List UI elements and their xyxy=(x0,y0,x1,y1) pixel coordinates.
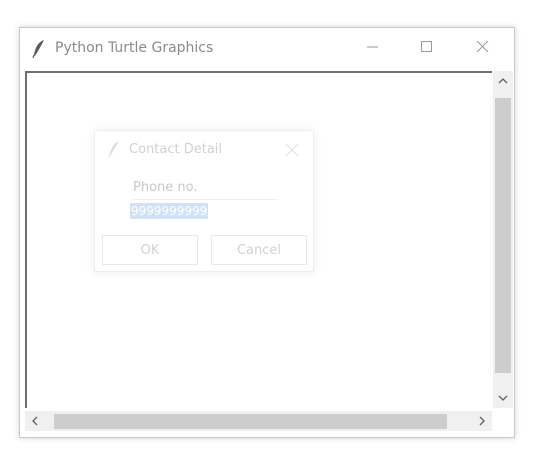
title-bar[interactable]: Python Turtle Graphics xyxy=(20,28,514,70)
horizontal-scrollbar[interactable] xyxy=(25,411,492,431)
dialog-title: Contact Detail xyxy=(129,142,223,157)
feather-icon xyxy=(108,140,120,158)
close-button[interactable] xyxy=(460,28,506,68)
ok-button[interactable]: OK xyxy=(102,235,198,265)
minimize-button[interactable] xyxy=(350,28,396,68)
phone-label: Phone no. xyxy=(133,180,198,195)
horizontal-scroll-thumb[interactable] xyxy=(54,414,447,429)
chevron-right-icon xyxy=(479,416,485,426)
vertical-scroll-thumb[interactable] xyxy=(495,98,511,373)
chevron-up-icon xyxy=(498,78,508,84)
minimize-icon xyxy=(367,46,378,48)
scroll-right-button[interactable] xyxy=(472,411,492,431)
window-title: Python Turtle Graphics xyxy=(55,40,214,56)
vertical-scrollbar[interactable] xyxy=(493,71,513,408)
chevron-down-icon xyxy=(498,395,508,401)
maximize-icon xyxy=(421,41,432,52)
maximize-button[interactable] xyxy=(404,28,450,68)
contact-detail-dialog: Contact Detail Phone no. 9999999999 OK C… xyxy=(94,130,314,272)
feather-icon xyxy=(32,39,46,59)
dialog-close-button[interactable] xyxy=(281,140,303,160)
scroll-down-button[interactable] xyxy=(493,388,513,408)
scroll-left-button[interactable] xyxy=(25,411,45,431)
close-icon xyxy=(285,143,299,157)
scroll-up-button[interactable] xyxy=(493,71,513,91)
close-icon xyxy=(477,41,489,53)
cancel-button[interactable]: Cancel xyxy=(211,235,307,265)
chevron-left-icon xyxy=(32,416,38,426)
phone-input[interactable]: 9999999999 xyxy=(130,203,209,219)
field-divider xyxy=(133,199,277,200)
